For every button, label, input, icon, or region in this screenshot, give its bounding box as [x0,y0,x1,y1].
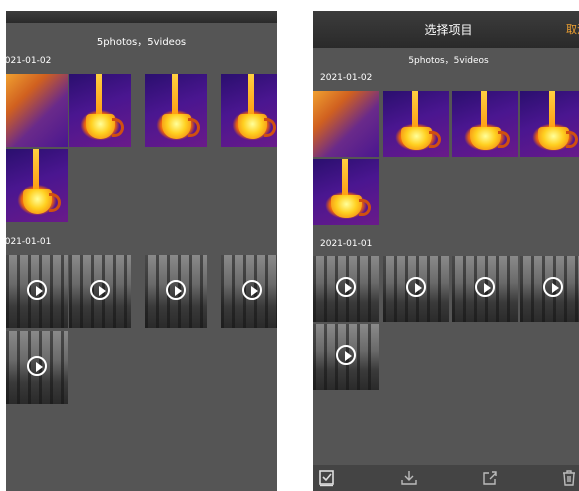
video-thumbnail[interactable] [313,324,379,390]
download-icon[interactable] [400,469,418,487]
select-items-screen: 选择项目 取消 5photos，5videos 2021-01-02 2021-… [313,11,579,491]
date-header: 2021-01-02 [6,56,52,66]
video-thumbnail[interactable] [221,255,277,328]
gallery-screen: 5photos，5videos 2021-01-02 2021-01-01 [6,11,277,491]
play-icon [90,279,110,300]
photo-thumbnail[interactable] [221,74,277,147]
bottom-toolbar [313,465,579,491]
photo-thumbnail[interactable] [6,74,68,147]
photo-thumbnail[interactable] [452,91,518,157]
cancel-button[interactable]: 取消 [566,21,579,37]
play-icon [336,345,356,365]
video-thumbnail[interactable] [452,256,518,322]
photo-thumbnail[interactable] [6,149,68,222]
media-count: 5photos，5videos [408,56,489,66]
video-thumbnail[interactable] [6,331,68,404]
delete-icon[interactable] [560,469,578,487]
video-thumbnail[interactable] [520,256,579,322]
select-all-icon[interactable] [318,469,336,487]
video-thumbnail[interactable] [313,256,379,322]
play-icon [543,277,563,297]
photo-thumbnail[interactable] [313,159,379,225]
top-bar: 选择项目 取消 [313,11,579,48]
photo-thumbnail[interactable] [383,91,449,157]
photo-thumbnail[interactable] [313,91,379,157]
share-icon[interactable] [481,469,499,487]
photo-thumbnail[interactable] [520,91,579,157]
screen-title: 选择项目 [424,23,473,37]
top-bar [6,11,277,23]
play-icon [406,277,426,297]
video-thumbnail[interactable] [6,255,68,328]
play-icon [27,355,47,376]
video-thumbnail[interactable] [69,255,131,328]
date-header: 2021-01-02 [320,73,373,83]
video-thumbnail[interactable] [383,256,449,322]
play-icon [336,277,356,297]
date-header: 2021-01-01 [6,237,52,247]
photo-thumbnail[interactable] [69,74,131,147]
media-count: 5photos，5videos [96,37,187,48]
video-thumbnail[interactable] [145,255,207,328]
date-header: 2021-01-01 [320,239,373,249]
photo-thumbnail[interactable] [145,74,207,147]
play-icon [166,279,186,300]
play-icon [475,277,495,297]
play-icon [27,279,47,300]
play-icon [242,279,262,300]
